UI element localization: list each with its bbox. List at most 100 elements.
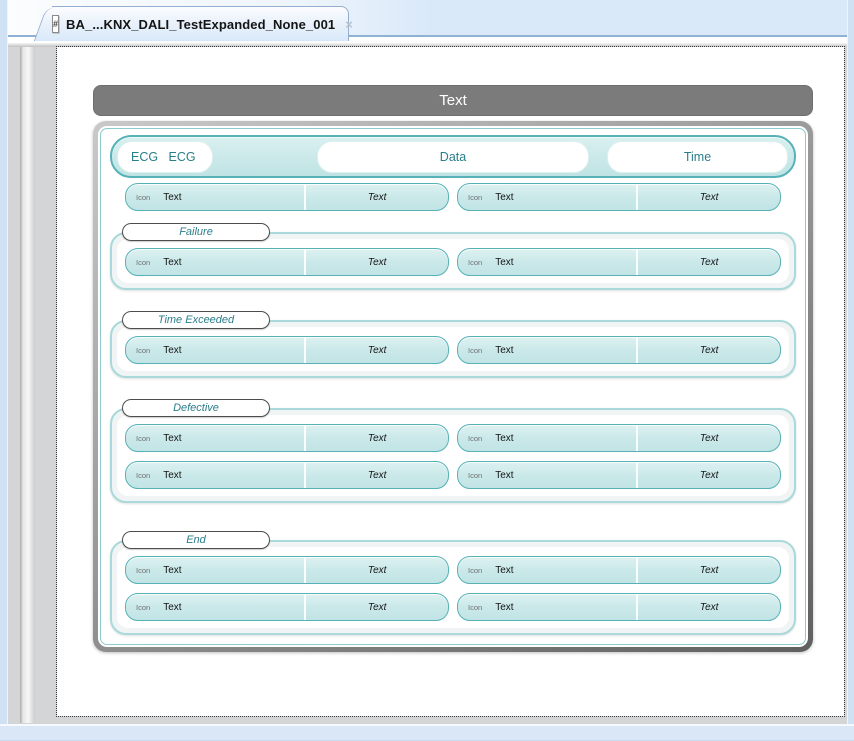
section-title-pill[interactable]: Time Exceeded — [122, 311, 270, 329]
field-pill[interactable]: Icon Text Text — [457, 183, 781, 211]
field-pill[interactable]: Icon Text Text — [457, 424, 781, 452]
icon-placeholder-label: Icon — [136, 193, 150, 202]
field-value-label: Text — [638, 249, 780, 275]
field-pill[interactable]: Icon Text Text — [125, 183, 449, 211]
section-title-label: End — [186, 534, 206, 546]
field-pill-row: Icon Text Text Icon Text Text — [125, 424, 781, 452]
window-frame-left — [0, 0, 8, 741]
field-value-label: Text — [638, 337, 780, 363]
vertical-splitter-handle[interactable] — [20, 47, 35, 723]
field-value-label: Text — [306, 184, 448, 210]
section-group-inner: Icon Text Text Icon Text Text Icon Text … — [117, 415, 789, 496]
field-value-label: Text — [306, 594, 448, 620]
field-name-label: Text — [495, 470, 513, 481]
field-name-label: Text — [495, 565, 513, 576]
field-pill[interactable]: Icon Text Text — [125, 556, 449, 584]
icon-placeholder-label: Icon — [468, 346, 482, 355]
document-tab[interactable]: # BA_...KNX_DALI_TestExpanded_None_001 × — [52, 6, 349, 41]
field-value-label: Text — [306, 249, 448, 275]
section: Icon Text Text Icon Text Text Icon Text … — [110, 531, 796, 635]
field-pill-left: Icon Text — [126, 425, 306, 451]
field-name-label: Text — [163, 433, 181, 444]
field-pill[interactable]: Icon Text Text — [457, 336, 781, 364]
field-pill-left: Icon Text — [458, 462, 638, 488]
icon-placeholder-label: Icon — [468, 603, 482, 612]
field-value-label: Text — [306, 462, 448, 488]
section-title-label: Time Exceeded — [158, 314, 234, 326]
field-pill[interactable]: Icon Text Text — [125, 336, 449, 364]
tab-title: BA_...KNX_DALI_TestExpanded_None_001 — [66, 17, 335, 32]
field-pill-row: Icon Text Text Icon Text Text — [125, 593, 781, 621]
section-title-pill[interactable]: End — [122, 531, 270, 549]
document-hash-icon: # — [52, 15, 59, 33]
header-text-bar[interactable]: Text — [93, 85, 813, 116]
field-pill[interactable]: Icon Text Text — [125, 424, 449, 452]
data-pill[interactable]: Data — [317, 141, 589, 173]
field-name-label: Text — [495, 192, 513, 203]
field-pill[interactable]: Icon Text Text — [457, 248, 781, 276]
field-name-label: Text — [163, 345, 181, 356]
icon-placeholder-label: Icon — [468, 471, 482, 480]
field-pill[interactable]: Icon Text Text — [457, 461, 781, 489]
field-pill[interactable]: Icon Text Text — [125, 248, 449, 276]
field-name-label: Text — [495, 257, 513, 268]
field-pill-row: Icon Text Text Icon Text Text — [125, 556, 781, 584]
icon-placeholder-label: Icon — [468, 566, 482, 575]
field-pill-left: Icon Text — [458, 337, 638, 363]
field-pill[interactable]: Icon Text Text — [457, 556, 781, 584]
field-value-label: Text — [638, 557, 780, 583]
time-pill[interactable]: Time — [607, 141, 788, 173]
icon-placeholder-label: Icon — [468, 434, 482, 443]
section-title-pill[interactable]: Failure — [122, 223, 270, 241]
icon-placeholder-label: Icon — [136, 258, 150, 267]
section-group[interactable]: Icon Text Text Icon Text Text Icon Text … — [110, 408, 796, 503]
icon-placeholder-label: Icon — [468, 258, 482, 267]
icon-placeholder-label: Icon — [136, 566, 150, 575]
field-pill-left: Icon Text — [126, 462, 306, 488]
icon-placeholder-label: Icon — [136, 434, 150, 443]
design-canvas[interactable]: Text ECG ECG Data Time Icon Text Text Ic… — [57, 47, 844, 716]
field-value-label: Text — [638, 425, 780, 451]
field-name-label: Text — [163, 602, 181, 613]
icon-placeholder-label: Icon — [468, 193, 482, 202]
tab-close-icon[interactable]: × — [345, 18, 353, 31]
field-value-label: Text — [306, 557, 448, 583]
ecg-pill[interactable]: ECG ECG — [117, 141, 213, 173]
sections-container: Icon Text Text Icon Text Text Failure Ic… — [110, 223, 796, 635]
field-name-label: Text — [163, 257, 181, 268]
section-title-label: Failure — [179, 226, 213, 238]
application-window: # BA_...KNX_DALI_TestExpanded_None_001 ×… — [0, 0, 854, 741]
section: Icon Text Text Icon Text Text Failure — [110, 223, 796, 290]
field-value-label: Text — [306, 425, 448, 451]
section-group-inner: Icon Text Text Icon Text Text — [117, 239, 789, 283]
section: Icon Text Text Icon Text Text Time Excee… — [110, 311, 796, 378]
field-pill[interactable]: Icon Text Text — [457, 593, 781, 621]
header-text-label: Text — [439, 92, 467, 109]
field-name-label: Text — [163, 192, 181, 203]
section-group-inner: Icon Text Text Icon Text Text Icon Text … — [117, 547, 789, 628]
field-value-label: Text — [306, 337, 448, 363]
ecg-header-strip[interactable]: ECG ECG Data Time — [110, 135, 796, 178]
field-pill[interactable]: Icon Text Text — [125, 593, 449, 621]
field-pill-left: Icon Text — [458, 557, 638, 583]
field-pill-left: Icon Text — [126, 557, 306, 583]
field-pill-left: Icon Text — [126, 337, 306, 363]
field-name-label: Text — [163, 565, 181, 576]
section-title-pill[interactable]: Defective — [122, 399, 270, 417]
icon-placeholder-label: Icon — [136, 603, 150, 612]
main-panel[interactable]: ECG ECG Data Time Icon Text Text Icon Te… — [93, 121, 813, 652]
field-pill-left: Icon Text — [458, 594, 638, 620]
field-value-label: Text — [638, 184, 780, 210]
section-title-label: Defective — [173, 402, 219, 414]
main-panel-inner: ECG ECG Data Time Icon Text Text Icon Te… — [98, 126, 808, 647]
field-name-label: Text — [163, 470, 181, 481]
field-pill-left: Icon Text — [458, 184, 638, 210]
field-name-label: Text — [495, 602, 513, 613]
section-group[interactable]: Icon Text Text Icon Text Text Icon Text … — [110, 540, 796, 635]
field-pill-row: Icon Text Text Icon Text Text — [125, 183, 781, 211]
field-pill-left: Icon Text — [458, 425, 638, 451]
icon-placeholder-label: Icon — [136, 346, 150, 355]
field-value-label: Text — [638, 462, 780, 488]
field-pill[interactable]: Icon Text Text — [125, 461, 449, 489]
section: Icon Text Text Icon Text Text Icon Text … — [110, 399, 796, 503]
